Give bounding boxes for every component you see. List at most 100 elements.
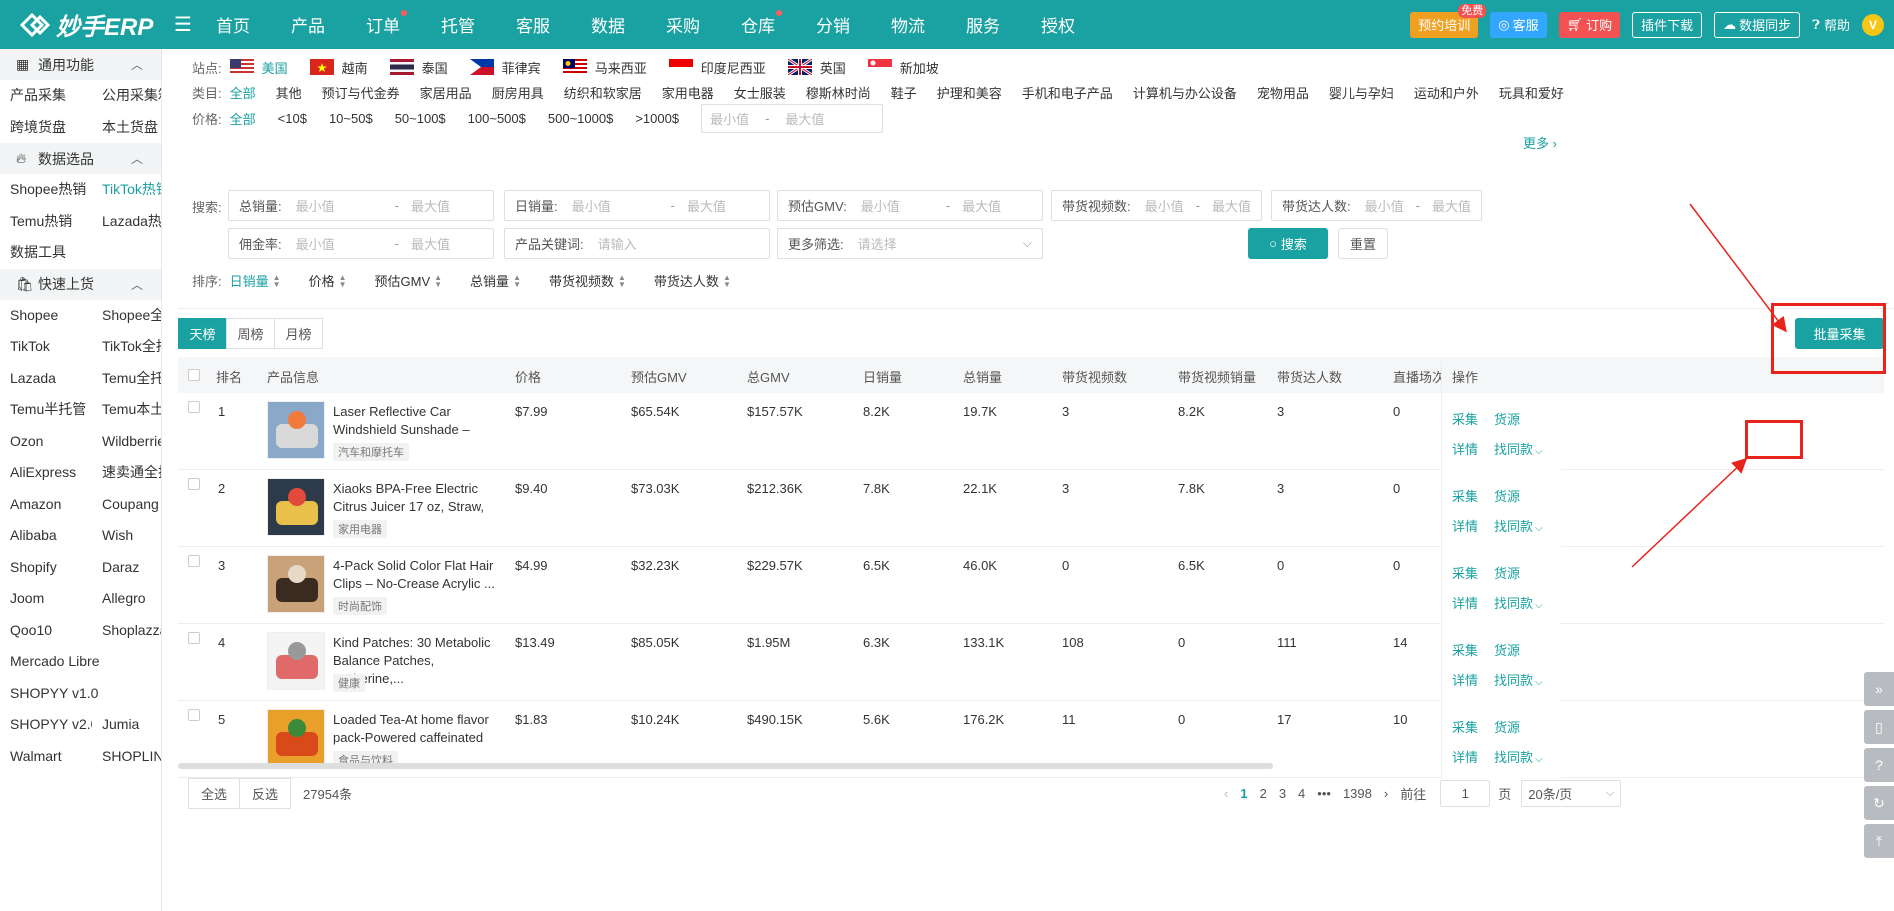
source-link[interactable]: 货源 — [1494, 717, 1520, 736]
category-option[interactable]: 鞋子 — [891, 83, 917, 102]
source-link[interactable]: 货源 — [1494, 409, 1520, 428]
select-all-button[interactable]: 全选 — [188, 777, 241, 809]
goto-page-input[interactable]: 1 — [1440, 779, 1491, 807]
find-same-dropdown[interactable]: 找同款 ⌵ — [1494, 516, 1543, 535]
daily-sales-range[interactable]: 日销量: 最小值 - 最大值 — [504, 190, 770, 221]
page-4[interactable]: 4 — [1298, 786, 1305, 801]
order-button[interactable]: 🛒︎ 订购 — [1558, 11, 1621, 38]
sidebar-item[interactable]: Jumia — [92, 709, 161, 741]
training-button[interactable]: 预约培训 免费 — [1410, 3, 1487, 38]
sort-option[interactable]: 带货达人数 ▲ ▼ — [654, 271, 731, 290]
sort-option[interactable]: 总销量 ▲ ▼ — [470, 271, 521, 290]
plugin-download-button[interactable]: 插件下载 — [1632, 11, 1703, 38]
double-chevron-right-icon[interactable]: » — [1864, 672, 1894, 706]
site-option[interactable]: 泰国 — [389, 58, 448, 77]
find-same-dropdown[interactable]: 找同款 ⌵ — [1494, 670, 1543, 689]
avatar[interactable]: V — [1862, 13, 1884, 36]
category-option[interactable]: 厨房用具 — [492, 83, 544, 102]
product-thumbnail[interactable] — [267, 709, 325, 767]
source-link[interactable]: 货源 — [1494, 486, 1520, 505]
collect-link[interactable]: 采集 — [1452, 640, 1478, 659]
sidebar-group-header[interactable]: 🛍︎ 快速上货 ︿ — [0, 268, 161, 300]
mobile-icon[interactable]: ▯ — [1864, 710, 1894, 744]
refresh-icon[interactable]: ↻ — [1864, 786, 1894, 820]
nav-item[interactable]: 分销 — [816, 12, 850, 37]
page-last[interactable]: 1398 — [1343, 786, 1372, 801]
sidebar-item[interactable]: Alibaba — [0, 520, 92, 552]
sidebar-item[interactable]: Temu热销 — [0, 206, 92, 238]
price-option[interactable]: 10~50$ — [329, 111, 373, 126]
sidebar-item[interactable]: Temu全托管 — [92, 363, 161, 395]
sidebar-item[interactable]: Shopee热销 — [0, 174, 92, 206]
sidebar-item[interactable]: Shopee全托管 — [92, 300, 161, 332]
invert-selection-button[interactable]: 反选 — [239, 777, 292, 809]
page-1[interactable]: 1 — [1240, 786, 1247, 801]
sidebar-item[interactable]: Shoplazza — [92, 615, 161, 647]
video-count-range[interactable]: 带货视频数: 最小值 - 最大值 — [1051, 190, 1262, 221]
row-checkbox[interactable] — [188, 555, 200, 567]
site-option[interactable]: 印度尼西亚 — [668, 58, 766, 77]
nav-item[interactable]: 首页 — [216, 12, 250, 37]
total-sales-range[interactable]: 总销量: 最小值 - 最大值 — [228, 190, 494, 221]
find-same-dropdown[interactable]: 找同款 ⌵ — [1494, 747, 1543, 766]
prev-page-icon[interactable]: ‹ — [1224, 786, 1228, 801]
ranking-tab[interactable]: 月榜 — [274, 318, 323, 349]
price-option[interactable]: 500~1000$ — [548, 111, 613, 126]
table-row[interactable]: 2 Xiaoks BPA-Free Electric Citrus Juicer … — [178, 470, 1884, 547]
sidebar-group-header[interactable]: ▦ 通用功能 ︿ — [0, 49, 161, 80]
site-option[interactable]: 新加坡 — [867, 58, 939, 77]
sort-option[interactable]: 日销量 ▲ ▼ — [230, 271, 281, 290]
category-option[interactable]: 家居用品 — [420, 83, 472, 102]
influencer-count-range[interactable]: 带货达人数: 最小值 - 最大值 — [1271, 190, 1482, 221]
help-box-icon[interactable]: ? — [1864, 748, 1894, 782]
page-2[interactable]: 2 — [1260, 786, 1267, 801]
detail-link[interactable]: 详情 — [1452, 593, 1478, 612]
sidebar-item[interactable]: 本土货盘 — [92, 112, 161, 144]
nav-item[interactable]: 订单 — [366, 10, 407, 37]
sidebar-item[interactable]: SHOPLINE — [92, 741, 161, 773]
detail-link[interactable]: 详情 — [1452, 516, 1478, 535]
collect-link[interactable]: 采集 — [1452, 563, 1478, 582]
find-same-dropdown[interactable]: 找同款 ⌵ — [1494, 439, 1543, 458]
search-button[interactable]: ○ 搜索 — [1248, 228, 1328, 259]
sidebar-group-header[interactable]: 🔥︎ 数据选品 ︿ — [0, 143, 161, 174]
nav-item[interactable]: 授权 — [1041, 12, 1075, 37]
category-option[interactable]: 护理和美容 — [937, 83, 1002, 102]
category-option[interactable]: 玩具和爱好 — [1499, 83, 1564, 102]
sidebar-item[interactable]: 产品采集 — [0, 80, 92, 112]
customer-service-button[interactable]: ◎ 客服 — [1490, 11, 1547, 38]
sidebar-item[interactable]: Lazada — [0, 363, 92, 395]
help-link[interactable]: ❓︎ 帮助 — [1812, 15, 1850, 34]
nav-item[interactable]: 数据 — [591, 12, 625, 37]
sort-option[interactable]: 价格 ▲ ▼ — [309, 271, 347, 290]
sidebar-item[interactable]: Wish — [92, 520, 161, 552]
row-checkbox[interactable] — [188, 478, 200, 490]
sidebar-item[interactable]: SHOPYY v1.0 — [0, 678, 161, 710]
site-option[interactable]: 马来西亚 — [562, 58, 647, 77]
category-option[interactable]: 其他 — [276, 83, 302, 102]
price-option[interactable]: >1000$ — [635, 111, 679, 126]
product-thumbnail[interactable] — [267, 478, 325, 536]
product-thumbnail[interactable] — [267, 401, 325, 459]
price-option[interactable]: 50~100$ — [395, 111, 446, 126]
sidebar-item[interactable]: Temu本土 — [92, 394, 161, 426]
sidebar-item[interactable]: Daraz — [92, 552, 161, 584]
detail-link[interactable]: 详情 — [1452, 670, 1478, 689]
sidebar-item[interactable]: Coupang — [92, 489, 161, 521]
sidebar-item[interactable]: Shopee — [0, 300, 92, 332]
data-sync-button[interactable]: ☁ 数据同步 — [1714, 11, 1801, 38]
nav-item[interactable]: 物流 — [891, 12, 925, 37]
sidebar-item[interactable]: 数据工具 — [0, 237, 161, 269]
sidebar-item[interactable]: AliExpress — [0, 457, 92, 489]
nav-item[interactable]: 服务 — [966, 12, 1000, 37]
keyword-input[interactable]: 产品关键词: 请输入 — [504, 228, 770, 259]
product-thumbnail[interactable] — [267, 632, 325, 690]
detail-link[interactable]: 详情 — [1452, 747, 1478, 766]
ranking-tab[interactable]: 周榜 — [226, 318, 275, 349]
table-row[interactable]: 4 Kind Patches: 30 Metabolic Balance Patc… — [178, 624, 1884, 701]
nav-item[interactable]: 仓库 — [741, 10, 782, 37]
sidebar-item[interactable]: Mercado Libre — [0, 646, 161, 678]
page-3[interactable]: 3 — [1279, 786, 1286, 801]
sidebar-item[interactable]: Wildberries — [92, 426, 161, 458]
sidebar-item[interactable]: Lazada热销 — [92, 206, 161, 238]
